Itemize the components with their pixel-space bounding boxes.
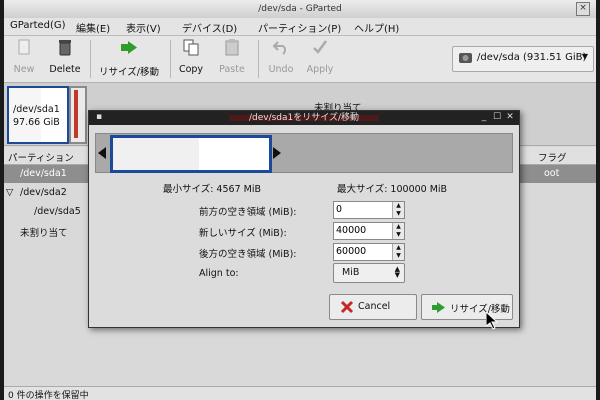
cancel-x-icon — [340, 300, 354, 314]
undo-button[interactable]: Undo — [266, 38, 296, 75]
statusbar: 0 件の操作を保留中 — [4, 386, 596, 400]
toolbar: New Delete リサイズ/移動 Copy Paste Undo Apply — [4, 36, 596, 83]
apply-button[interactable]: Apply — [304, 38, 336, 75]
free-after-label: 後方の空き領域 (MiB): — [199, 249, 297, 260]
spin-down-icon[interactable]: ▼ — [393, 210, 404, 218]
trash-icon — [59, 40, 71, 56]
toolbar-separator — [258, 40, 259, 78]
free-before-spinner[interactable]: ▲ ▼ — [333, 201, 405, 219]
col-partition[interactable]: パーティション — [8, 150, 74, 164]
dialog-title: /dev/sda1をリサイズ/移動 — [248, 113, 360, 123]
copy-label: Copy — [178, 64, 204, 75]
partition-row-flags: oot — [544, 168, 560, 179]
menu-gparted[interactable]: GParted(G) — [10, 20, 66, 31]
spin-arrows[interactable]: ▲ ▼ — [392, 202, 404, 218]
resizer-usage-fill — [113, 138, 199, 170]
min-size-label: 最小サイズ: 4567 MiB — [163, 184, 261, 195]
spin-arrows[interactable]: ▲ ▼ — [392, 223, 404, 239]
sda1-usage-fill — [9, 88, 41, 142]
max-size-label: 最大サイズ: 100000 MiB — [337, 184, 448, 195]
extended-partition-bar — [74, 90, 78, 138]
undo-icon — [272, 41, 286, 55]
device-selector-value: /dev/sda (931.51 GiB) — [477, 52, 587, 63]
resize-move-button[interactable]: リサイズ/移動 — [96, 38, 162, 78]
new-size-input[interactable] — [336, 224, 390, 237]
menu-help[interactable]: ヘルプ(H) — [354, 20, 399, 35]
checkmark-icon — [313, 40, 328, 54]
spin-arrows[interactable]: ▲ ▼ — [392, 244, 404, 260]
copy-button[interactable]: Copy — [176, 38, 206, 75]
resize-arrow-icon — [121, 41, 137, 54]
resize-move-label: リサイズ/移動 — [99, 67, 159, 78]
sda1-name: /dev/sda1 — [13, 104, 60, 115]
resize-move-confirm-button[interactable]: リサイズ/移動 — [421, 294, 513, 320]
disk-map-extended[interactable] — [69, 86, 87, 144]
align-to-value: MiB — [342, 267, 360, 278]
resize-handle-left[interactable] — [98, 147, 106, 159]
window-titlebar: /dev/sda - GParted × — [4, 0, 596, 19]
resize-dialog: /dev/sda1をリサイズ/移動 ▪ _ ☐ ✕ 最小サイズ: 4567 Mi… — [88, 110, 520, 328]
delete-button[interactable]: Delete — [46, 38, 84, 75]
spin-down-icon[interactable]: ▼ — [393, 252, 404, 260]
window-title: /dev/sda - GParted — [258, 4, 342, 14]
toolbar-separator — [90, 40, 91, 78]
new-icon — [18, 39, 30, 55]
align-to-label: Align to: — [199, 268, 239, 279]
new-size-spinner[interactable]: ▲ ▼ — [333, 222, 405, 240]
chevron-down-icon: ▼ — [581, 52, 588, 61]
updown-chevron-icon: ▲ ▼ — [394, 265, 400, 279]
new-label: New — [13, 64, 35, 75]
menu-partition[interactable]: パーティション(P) — [258, 20, 341, 35]
resizer-partition-box[interactable] — [110, 135, 272, 173]
free-before-label: 前方の空き領域 (MiB): — [199, 207, 297, 218]
maximize-button[interactable]: ☐ — [492, 112, 502, 122]
free-before-input[interactable] — [336, 203, 390, 216]
partition-resizer[interactable] — [95, 133, 513, 173]
menu-device[interactable]: デバイス(D) — [182, 20, 237, 35]
col-flags[interactable]: フラグ — [538, 150, 567, 164]
window-menu-icon[interactable]: ▪ — [94, 112, 104, 122]
resize-move-confirm-label: リサイズ/移動 — [450, 304, 510, 315]
undo-label: Undo — [268, 64, 294, 75]
cancel-label: Cancel — [358, 301, 391, 312]
device-selector[interactable]: /dev/sda (931.51 GiB) ▼ — [452, 46, 594, 72]
minimize-button[interactable]: _ — [479, 112, 489, 122]
menu-edit[interactable]: 編集(E) — [76, 20, 110, 35]
status-text: 0 件の操作を保留中 — [8, 391, 89, 400]
new-size-label: 新しいサイズ (MiB): — [199, 228, 287, 239]
partition-row-name: 未割り当て — [20, 228, 68, 239]
free-after-spinner[interactable]: ▲ ▼ — [333, 243, 405, 261]
paste-button[interactable]: Paste — [216, 38, 248, 75]
window-close-button[interactable]: × — [576, 2, 590, 16]
cancel-button[interactable]: Cancel — [329, 294, 417, 320]
partition-row-name: /dev/sda5 — [34, 206, 81, 217]
menu-view[interactable]: 表示(V) — [126, 20, 161, 35]
paste-label: Paste — [219, 64, 245, 75]
expander-icon[interactable]: ▽ — [6, 187, 13, 198]
spin-up-icon[interactable]: ▲ — [393, 202, 404, 210]
new-button[interactable]: New — [10, 38, 38, 75]
partition-row-name: /dev/sda2 — [20, 187, 67, 198]
resize-handle-right[interactable] — [273, 147, 281, 159]
sda1-size: 97.66 GiB — [13, 117, 60, 128]
disk-map-sda1[interactable]: /dev/sda1 97.66 GiB — [7, 86, 69, 144]
resize-arrow-icon — [432, 302, 445, 313]
spin-down-icon[interactable]: ▼ — [393, 231, 404, 239]
free-after-input[interactable] — [336, 245, 390, 258]
copy-icon — [183, 39, 199, 56]
spin-up-icon[interactable]: ▲ — [393, 244, 404, 252]
mouse-cursor-icon — [486, 312, 498, 330]
dialog-close-button[interactable]: ✕ — [505, 112, 515, 122]
align-to-select[interactable]: MiB ▲ ▼ — [333, 263, 405, 283]
delete-label: Delete — [49, 64, 81, 75]
menubar: GParted(G) 編集(E) 表示(V) デバイス(D) パーティション(P… — [4, 18, 596, 36]
harddisk-icon — [459, 53, 472, 63]
dialog-titlebar: /dev/sda1をリサイズ/移動 ▪ _ ☐ ✕ — [89, 111, 519, 125]
apply-label: Apply — [306, 64, 334, 75]
spin-up-icon[interactable]: ▲ — [393, 223, 404, 231]
partition-row-name: /dev/sda1 — [20, 168, 67, 179]
toolbar-separator — [170, 40, 171, 78]
paste-icon — [225, 39, 239, 56]
